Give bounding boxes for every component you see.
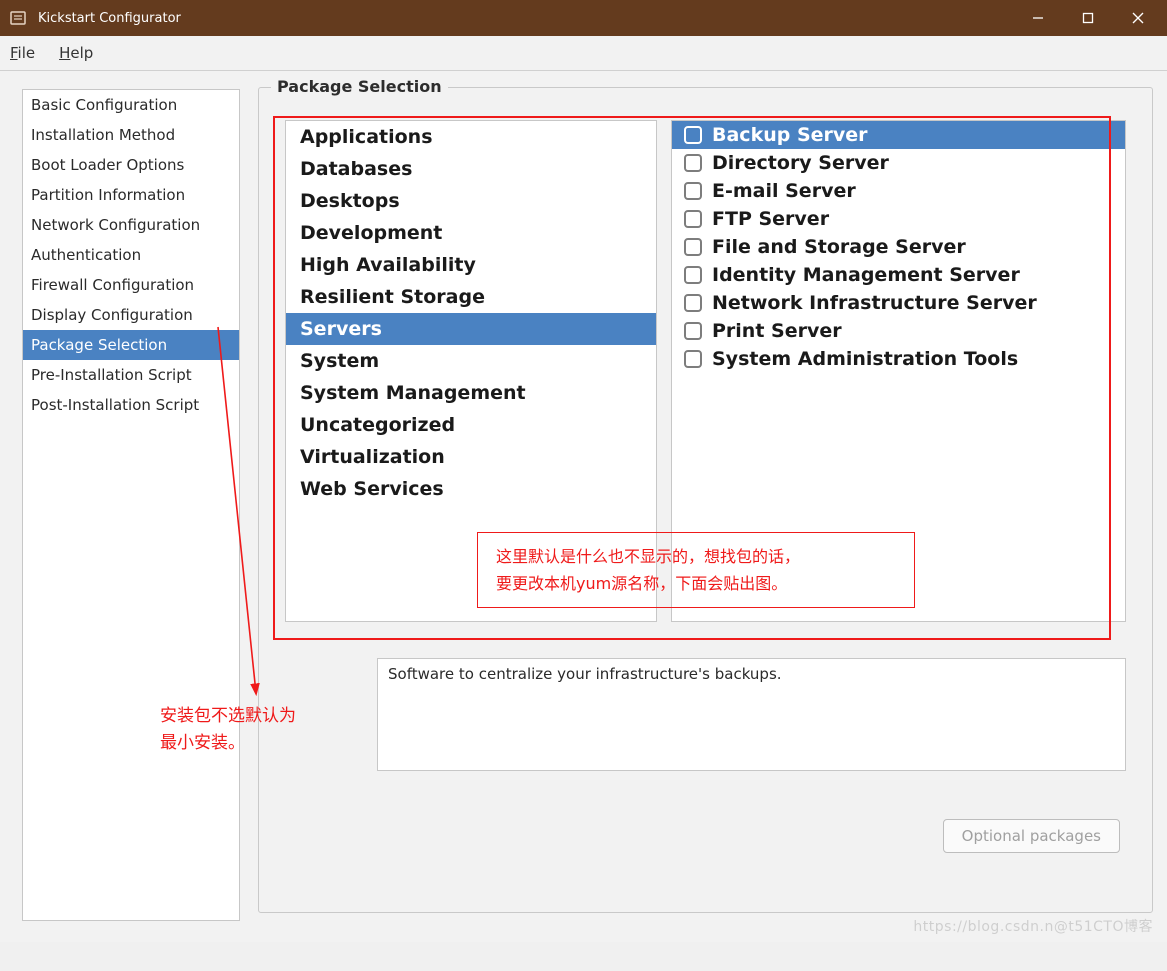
menu-file-label: ile bbox=[18, 44, 36, 62]
sidebar-item-display-configuration[interactable]: Display Configuration bbox=[23, 300, 239, 330]
package-identity-management-server[interactable]: Identity Management Server bbox=[672, 261, 1125, 289]
package-description-text: Software to centralize your infrastructu… bbox=[388, 665, 782, 683]
sidebar-item-partition-information[interactable]: Partition Information bbox=[23, 180, 239, 210]
category-desktops[interactable]: Desktops bbox=[286, 185, 656, 217]
sidebar-item-boot-loader-options[interactable]: Boot Loader Options bbox=[23, 150, 239, 180]
sidebar-item-pre-installation-script[interactable]: Pre-Installation Script bbox=[23, 360, 239, 390]
checkbox-icon[interactable] bbox=[684, 126, 702, 144]
package-label: E-mail Server bbox=[712, 180, 856, 202]
category-resilient-storage[interactable]: Resilient Storage bbox=[286, 281, 656, 313]
annotation-note-box: 这里默认是什么也不显示的，想找包的话， 要更改本机yum源名称，下面会贴出图。 bbox=[477, 532, 915, 608]
checkbox-icon[interactable] bbox=[684, 238, 702, 256]
panel-legend: Package Selection bbox=[271, 77, 448, 96]
sidebar-item-post-installation-script[interactable]: Post-Installation Script bbox=[23, 390, 239, 420]
sidebar: Basic Configuration Installation Method … bbox=[22, 89, 240, 921]
package-system-administration-tools[interactable]: System Administration Tools bbox=[672, 345, 1125, 373]
package-label: Network Infrastructure Server bbox=[712, 292, 1037, 314]
package-network-infrastructure-server[interactable]: Network Infrastructure Server bbox=[672, 289, 1125, 317]
package-label: Directory Server bbox=[712, 152, 889, 174]
sidebar-item-firewall-configuration[interactable]: Firewall Configuration bbox=[23, 270, 239, 300]
category-system[interactable]: System bbox=[286, 345, 656, 377]
package-ftp-server[interactable]: FTP Server bbox=[672, 205, 1125, 233]
package-directory-server[interactable]: Directory Server bbox=[672, 149, 1125, 177]
annotation-note-line1: 这里默认是什么也不显示的，想找包的话， bbox=[496, 543, 896, 570]
annotation-side-line1: 安装包不选默认为 bbox=[160, 703, 296, 730]
package-selection-panel: Package Selection Applications Databases… bbox=[258, 87, 1153, 913]
category-high-availability[interactable]: High Availability bbox=[286, 249, 656, 281]
sidebar-item-basic-configuration[interactable]: Basic Configuration bbox=[23, 90, 239, 120]
package-print-server[interactable]: Print Server bbox=[672, 317, 1125, 345]
category-virtualization[interactable]: Virtualization bbox=[286, 441, 656, 473]
package-label: File and Storage Server bbox=[712, 236, 966, 258]
optional-packages-button[interactable]: Optional packages bbox=[943, 819, 1120, 853]
annotation-side-text: 安装包不选默认为 最小安装。 bbox=[160, 703, 296, 757]
package-label: System Administration Tools bbox=[712, 348, 1018, 370]
package-label: Print Server bbox=[712, 320, 842, 342]
package-description: Software to centralize your infrastructu… bbox=[377, 658, 1126, 771]
sidebar-item-network-configuration[interactable]: Network Configuration bbox=[23, 210, 239, 240]
checkbox-icon[interactable] bbox=[684, 350, 702, 368]
window-title: Kickstart Configurator bbox=[38, 11, 181, 26]
menu-help-label: elp bbox=[70, 44, 93, 62]
package-file-storage-server[interactable]: File and Storage Server bbox=[672, 233, 1125, 261]
category-web-services[interactable]: Web Services bbox=[286, 473, 656, 505]
checkbox-icon[interactable] bbox=[684, 182, 702, 200]
category-development[interactable]: Development bbox=[286, 217, 656, 249]
optional-packages-label: Optional packages bbox=[962, 827, 1101, 845]
checkbox-icon[interactable] bbox=[684, 210, 702, 228]
category-applications[interactable]: Applications bbox=[286, 121, 656, 153]
app-icon bbox=[8, 8, 28, 28]
maximize-button[interactable] bbox=[1063, 0, 1113, 36]
category-uncategorized[interactable]: Uncategorized bbox=[286, 409, 656, 441]
category-system-management[interactable]: System Management bbox=[286, 377, 656, 409]
titlebar: Kickstart Configurator bbox=[0, 0, 1167, 36]
category-servers[interactable]: Servers bbox=[286, 313, 656, 345]
sidebar-item-package-selection[interactable]: Package Selection bbox=[23, 330, 239, 360]
package-backup-server[interactable]: Backup Server bbox=[672, 121, 1125, 149]
close-button[interactable] bbox=[1113, 0, 1163, 36]
watermark: https://blog.csdn.n@t51CTO博客 bbox=[913, 916, 1153, 936]
package-label: FTP Server bbox=[712, 208, 829, 230]
annotation-side-line2: 最小安装。 bbox=[160, 730, 296, 757]
category-databases[interactable]: Databases bbox=[286, 153, 656, 185]
checkbox-icon[interactable] bbox=[684, 294, 702, 312]
checkbox-icon[interactable] bbox=[684, 154, 702, 172]
checkbox-icon[interactable] bbox=[684, 266, 702, 284]
menu-file[interactable]: File bbox=[10, 44, 35, 62]
menu-help[interactable]: Help bbox=[59, 44, 93, 62]
checkbox-icon[interactable] bbox=[684, 322, 702, 340]
menubar: File Help bbox=[0, 36, 1167, 71]
minimize-button[interactable] bbox=[1013, 0, 1063, 36]
client-area: Basic Configuration Installation Method … bbox=[0, 71, 1167, 942]
sidebar-item-authentication[interactable]: Authentication bbox=[23, 240, 239, 270]
package-label: Identity Management Server bbox=[712, 264, 1020, 286]
package-label: Backup Server bbox=[712, 124, 868, 146]
annotation-note-line2: 要更改本机yum源名称，下面会贴出图。 bbox=[496, 570, 896, 597]
package-email-server[interactable]: E-mail Server bbox=[672, 177, 1125, 205]
sidebar-item-installation-method[interactable]: Installation Method bbox=[23, 120, 239, 150]
